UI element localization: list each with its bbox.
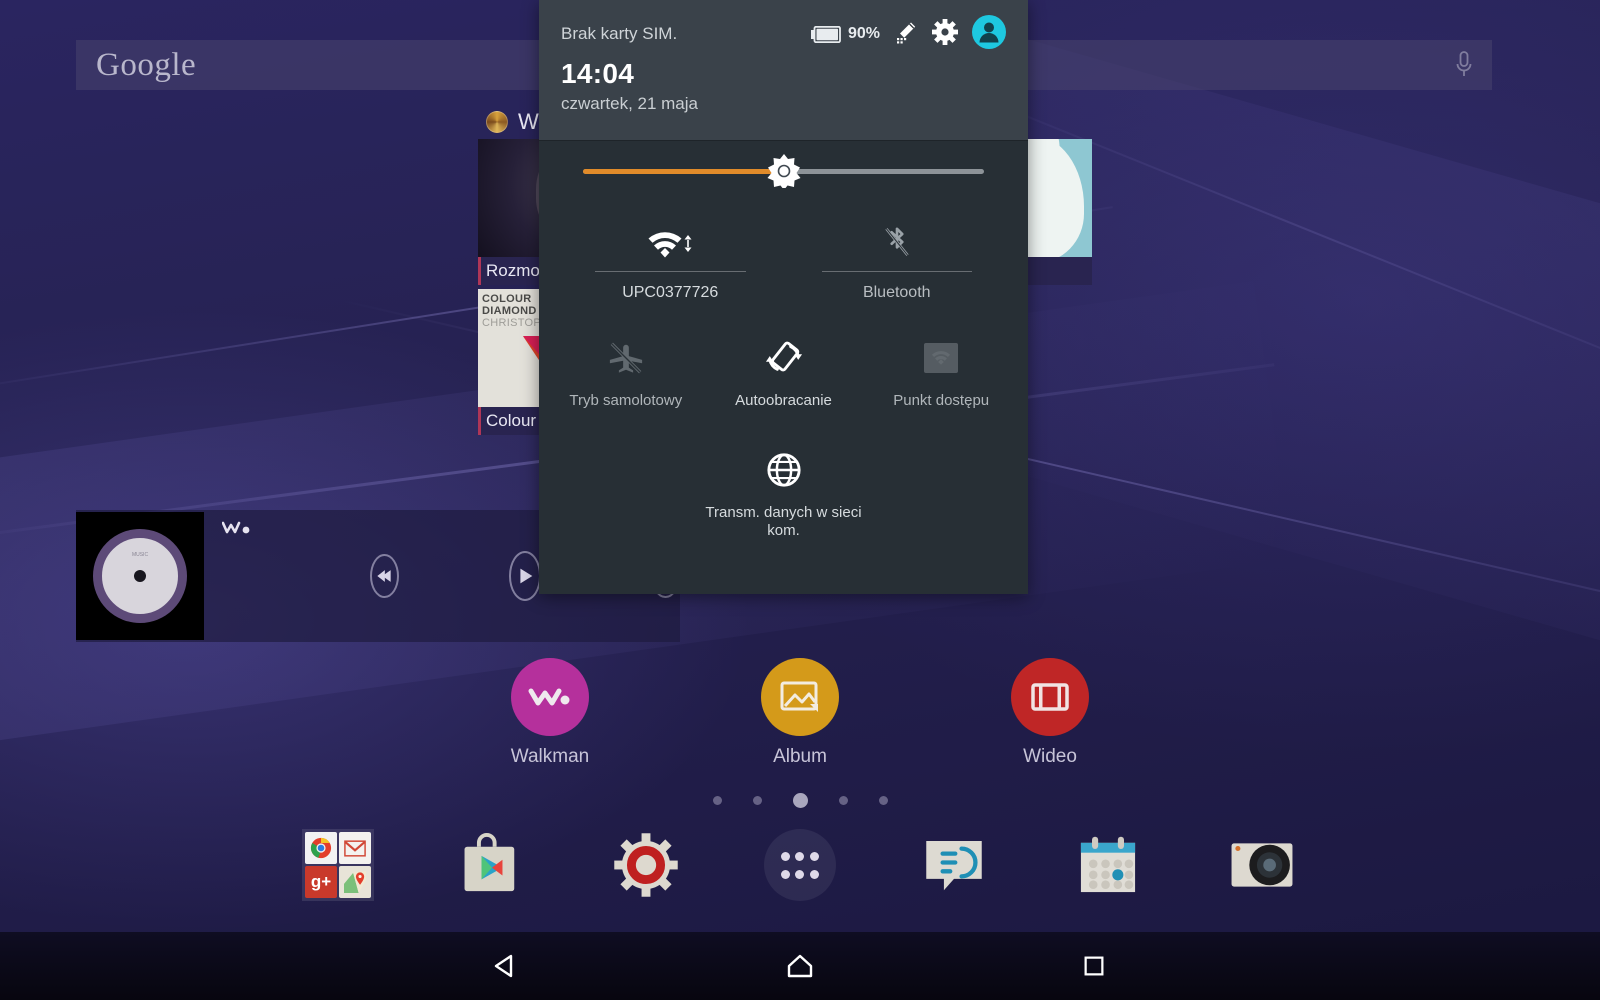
- quick-settings-panel: Brak karty SIM. 90% 14:04 czwartek, 21 m…: [539, 0, 1028, 594]
- google-plus-glyph: g+: [310, 872, 332, 891]
- brightness-sun-icon[interactable]: [767, 154, 801, 190]
- user-avatar-icon[interactable]: [972, 14, 1006, 54]
- hotspot-icon: [862, 332, 1020, 384]
- app-shortcut-row: Walkman Album Wideo: [480, 658, 1120, 768]
- album-badge-icon: [486, 111, 508, 133]
- tile-label: Transm. danych w sieci kom.: [705, 504, 862, 539]
- calendar-icon: [1080, 836, 1136, 893]
- vinyl-disc-icon: MUSIC: [93, 529, 187, 623]
- airplane-off-icon: [547, 332, 705, 384]
- page-dot[interactable]: [712, 796, 722, 805]
- dock: g+: [300, 825, 1300, 905]
- settings-gear-icon: [614, 833, 678, 897]
- battery-indicator: 90%: [810, 25, 880, 43]
- gmail-icon: [339, 832, 371, 864]
- app-label: Walkman: [510, 746, 590, 767]
- quick-settings-bottom-tiles: Transm. danych w sieci kom.: [539, 410, 1028, 540]
- clock-date: czwartek, 21 maja: [561, 94, 698, 113]
- walkman-logo-icon: [222, 521, 250, 534]
- status-row: Brak karty SIM. 90%: [561, 14, 1006, 50]
- edit-pencil-icon[interactable]: [894, 20, 918, 49]
- quick-settings-mid-tiles: Tryb samolotowy Autoobracanie Punkt dost…: [539, 302, 1028, 410]
- album-widget-title: W: [518, 109, 539, 134]
- tile-rule: [821, 271, 972, 272]
- dock-item-play-store[interactable]: [454, 827, 530, 903]
- app-shortcut-wideo[interactable]: Wideo: [980, 658, 1120, 768]
- dock-item-camera[interactable]: [1224, 827, 1300, 903]
- home-pentagon-icon[interactable]: [774, 946, 826, 986]
- sim-status-text: Brak karty SIM.: [561, 24, 678, 43]
- tile-hotspot[interactable]: Punkt dostępu: [862, 332, 1020, 410]
- clock-time: 14:04: [561, 58, 635, 89]
- app-shortcut-walkman[interactable]: Walkman: [480, 658, 620, 768]
- status-icons: 90%: [810, 14, 1006, 54]
- app-label: Album: [773, 746, 827, 767]
- google-logo: Google: [96, 46, 197, 83]
- dock-item-app-drawer[interactable]: [762, 827, 838, 903]
- disc-label: MUSIC: [131, 552, 149, 558]
- tile-auto-rotate[interactable]: Autoobracanie: [705, 332, 863, 410]
- tile-mobile-data[interactable]: Transm. danych w sieci kom.: [689, 444, 879, 540]
- app-label: Wideo: [1023, 746, 1077, 767]
- brightness-slider[interactable]: [539, 141, 1028, 201]
- tile-label: Punkt dostępu: [893, 392, 990, 409]
- messaging-icon: [926, 841, 982, 891]
- recents-square-icon[interactable]: [1068, 946, 1120, 986]
- mobile-data-globe-icon: [689, 444, 879, 496]
- battery-percent: 90%: [847, 25, 880, 42]
- bluetooth-off-icon: [810, 207, 985, 263]
- chrome-icon: [305, 832, 337, 864]
- google-plus-icon: g+: [305, 866, 337, 898]
- tile-label: Autoobracanie: [735, 392, 832, 409]
- skip-previous-icon[interactable]: [370, 554, 399, 598]
- app-shortcut-album[interactable]: Album: [730, 658, 870, 768]
- tile-label: UPC0377726: [622, 284, 719, 301]
- google-folder-icon: g+: [302, 829, 374, 901]
- page-indicator: [0, 793, 1600, 808]
- page-dot[interactable]: [878, 796, 888, 805]
- camera-icon: [1231, 843, 1293, 887]
- microphone-icon[interactable]: [1454, 50, 1474, 80]
- page-dot[interactable]: [752, 796, 762, 805]
- dock-item-messaging[interactable]: [916, 827, 992, 903]
- dock-item-settings[interactable]: [608, 827, 684, 903]
- tile-bluetooth[interactable]: Bluetooth: [784, 207, 1011, 302]
- gear-icon[interactable]: [932, 18, 958, 50]
- play-store-icon: [464, 833, 515, 892]
- tile-airplane-mode[interactable]: Tryb samolotowy: [547, 332, 705, 410]
- dock-item-google-folder[interactable]: g+: [300, 827, 376, 903]
- walkman-app-icon: [511, 658, 589, 736]
- wifi-icon: [583, 207, 758, 263]
- quick-settings-header: Brak karty SIM. 90% 14:04 czwartek, 21 m…: [539, 0, 1028, 140]
- album-art-thumbnail: MUSIC: [76, 512, 204, 640]
- quick-settings-top-tiles: UPC0377726 Bluetooth: [539, 201, 1028, 302]
- page-dot-active[interactable]: [792, 793, 808, 808]
- navigation-bar: [0, 932, 1600, 1000]
- auto-rotate-icon: [705, 332, 863, 384]
- back-triangle-icon[interactable]: [480, 946, 532, 986]
- dock-item-calendar[interactable]: [1070, 827, 1146, 903]
- battery-icon: [810, 25, 841, 43]
- tile-rule: [595, 271, 746, 272]
- app-drawer-icon: [764, 829, 836, 901]
- video-app-icon: [1011, 658, 1089, 736]
- brightness-fill: [583, 168, 784, 174]
- play-icon[interactable]: [508, 551, 542, 601]
- brightness-track[interactable]: [583, 154, 984, 190]
- page-dot[interactable]: [838, 796, 848, 805]
- tile-wifi[interactable]: UPC0377726: [557, 207, 784, 302]
- tile-label: Bluetooth: [862, 284, 931, 301]
- tile-label: Tryb samolotowy: [569, 392, 683, 409]
- maps-icon: [339, 866, 371, 898]
- album-app-icon: [761, 658, 839, 736]
